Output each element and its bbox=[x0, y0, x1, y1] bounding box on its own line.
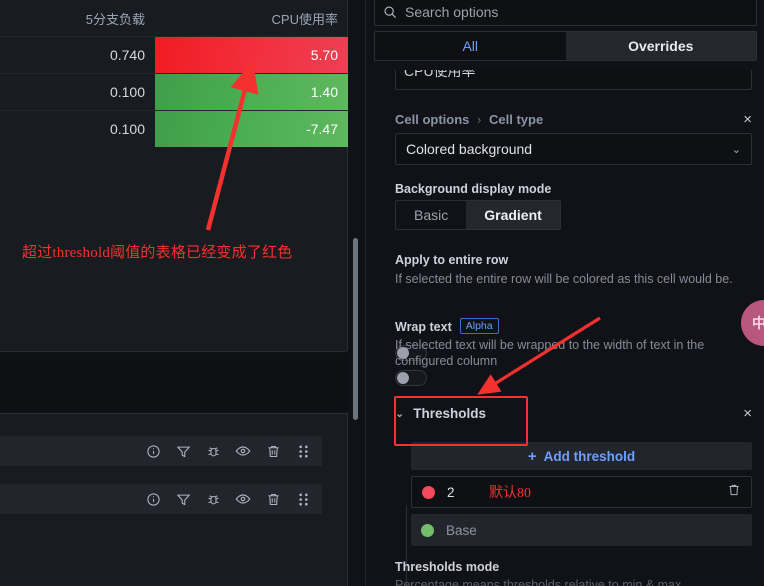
threshold-row-base[interactable]: Base bbox=[411, 514, 752, 546]
trash-icon[interactable] bbox=[258, 485, 288, 513]
wrap-text-label-text: Wrap text bbox=[395, 320, 452, 334]
threshold-base-label: Base bbox=[446, 522, 477, 538]
query-panel bbox=[0, 413, 348, 586]
table-panel: 5分支负载 CPU使用率 0.740 5.70 0.100 1.40 0.100… bbox=[0, 0, 348, 352]
search-placeholder: Search options bbox=[405, 4, 499, 20]
threshold-row[interactable]: 2 默认80 bbox=[411, 476, 752, 508]
cell-cpu: 1.40 bbox=[155, 74, 348, 110]
query-row bbox=[0, 436, 322, 466]
chevron-down-icon: ⌄ bbox=[731, 143, 741, 156]
breadcrumb: Cell options › Cell type bbox=[395, 112, 543, 127]
wrap-text-description: If selected text will be wrapped to the … bbox=[395, 338, 705, 368]
table-row: 0.100 1.40 bbox=[0, 73, 348, 110]
alpha-badge: Alpha bbox=[459, 318, 499, 334]
options-tabs: All Overrides bbox=[374, 31, 757, 61]
trash-icon[interactable] bbox=[258, 437, 288, 465]
plus-icon: + bbox=[527, 447, 537, 465]
drag-handle-icon[interactable] bbox=[288, 437, 318, 465]
thresholds-mode-label: Thresholds mode bbox=[395, 560, 500, 574]
query-row bbox=[0, 484, 322, 514]
data-table: 5分支负载 CPU使用率 0.740 5.70 0.100 1.40 0.100… bbox=[0, 0, 348, 147]
cell-type-selected-value: Colored background bbox=[406, 141, 533, 157]
left-scrollbar-thumb[interactable] bbox=[353, 238, 358, 420]
search-icon bbox=[384, 6, 396, 18]
close-icon[interactable]: × bbox=[743, 112, 752, 127]
segment-gradient[interactable]: Gradient bbox=[466, 201, 560, 229]
table-row: 0.740 5.70 bbox=[0, 36, 348, 73]
options-pane: Search options All Overrides CPU使用率 Cell… bbox=[365, 0, 764, 586]
wrap-text-label: Wrap text Alpha bbox=[395, 318, 499, 334]
cell-type-breadcrumb-row: Cell options › Cell type × bbox=[395, 112, 752, 127]
cell-cpu: 5.70 bbox=[155, 37, 348, 73]
tab-overrides[interactable]: Overrides bbox=[565, 32, 756, 60]
eye-icon[interactable] bbox=[228, 485, 258, 513]
threshold-color-dot[interactable] bbox=[421, 523, 434, 537]
toggle-knob bbox=[397, 372, 409, 384]
wrap-text-toggle[interactable] bbox=[395, 370, 427, 386]
breadcrumb-separator: › bbox=[477, 112, 482, 127]
cell-cpu: -7.47 bbox=[155, 111, 348, 147]
options-scroll-area: CPU使用率 Cell options › Cell type × Colore… bbox=[366, 62, 764, 586]
annotation-threshold-note: 默认80 bbox=[489, 486, 531, 501]
column-header-load[interactable]: 5分支负载 bbox=[0, 9, 155, 28]
apply-entire-row-description: If selected the entire row will be color… bbox=[395, 272, 733, 286]
cell-load: 0.100 bbox=[109, 121, 145, 137]
threshold-value[interactable]: 2 bbox=[447, 485, 489, 500]
filter-icon[interactable] bbox=[168, 485, 198, 513]
drag-handle-icon[interactable] bbox=[288, 485, 318, 513]
threshold-color-dot[interactable] bbox=[422, 485, 435, 499]
bug-icon[interactable] bbox=[198, 485, 228, 513]
app-root: 5分支负载 CPU使用率 0.740 5.70 0.100 1.40 0.100… bbox=[0, 0, 764, 586]
column-header-cpu[interactable]: CPU使用率 bbox=[155, 9, 348, 28]
left-column: 5分支负载 CPU使用率 0.740 5.70 0.100 1.40 0.100… bbox=[0, 0, 365, 586]
cell-type-select[interactable]: Colored background ⌄ bbox=[395, 133, 752, 165]
trash-icon[interactable] bbox=[727, 483, 741, 502]
override-matcher-value: CPU使用率 bbox=[404, 70, 476, 79]
info-icon[interactable] bbox=[138, 485, 168, 513]
search-input[interactable]: Search options bbox=[374, 0, 757, 26]
translate-widget-label: 中A bbox=[751, 314, 764, 331]
background-display-mode-label: Background display mode bbox=[395, 182, 552, 196]
annotation-table-note: 超过threshold阈值的表格已经变成了红色 bbox=[22, 245, 293, 261]
background-display-mode-segments: Basic Gradient bbox=[395, 200, 561, 230]
apply-entire-row-label: Apply to entire row bbox=[395, 253, 509, 267]
highlight-box-thresholds bbox=[394, 396, 528, 446]
bug-icon[interactable] bbox=[198, 437, 228, 465]
cell-load: 0.100 bbox=[109, 84, 145, 100]
breadcrumb-parent: Cell options bbox=[395, 112, 470, 127]
eye-icon[interactable] bbox=[228, 437, 258, 465]
add-threshold-label: Add threshold bbox=[543, 448, 636, 464]
segment-basic[interactable]: Basic bbox=[396, 201, 466, 229]
filter-icon[interactable] bbox=[168, 437, 198, 465]
add-threshold-button[interactable]: + Add threshold bbox=[411, 442, 752, 470]
breadcrumb-child: Cell type bbox=[488, 112, 544, 127]
thresholds-mode-description: Percentage means thresholds relative to … bbox=[395, 578, 682, 586]
close-icon[interactable]: × bbox=[743, 406, 752, 421]
info-icon[interactable] bbox=[138, 437, 168, 465]
tab-all[interactable]: All bbox=[375, 32, 566, 60]
override-matcher-field[interactable]: CPU使用率 bbox=[395, 70, 752, 90]
panel-divider-strip bbox=[0, 353, 348, 412]
cell-load: 0.740 bbox=[109, 47, 145, 63]
table-header-row: 5分支负载 CPU使用率 bbox=[0, 0, 348, 36]
table-row: 0.100 -7.47 bbox=[0, 110, 348, 147]
